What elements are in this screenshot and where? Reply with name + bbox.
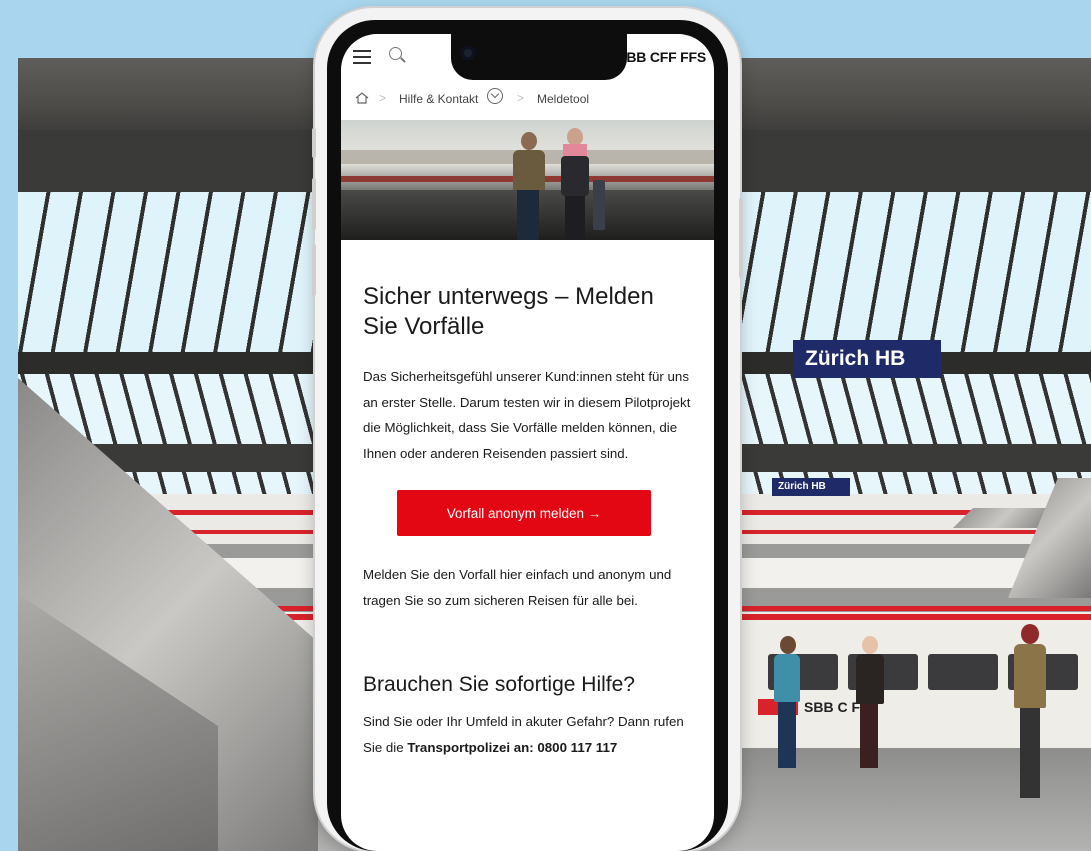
- page-title: Sicher unterwegs – Melden Sie Vorfälle: [363, 283, 654, 340]
- station-sign-large: Zürich HB: [793, 340, 941, 378]
- report-incident-button[interactable]: Vorfall anonym melden →: [397, 490, 651, 536]
- breadcrumb-item-meldetool[interactable]: Meldetool: [537, 92, 589, 106]
- police-phone-link[interactable]: Transportpolizei an: 0800 117 117: [407, 740, 617, 755]
- description-text: Melden Sie den Vorfall hier einfach und …: [363, 567, 672, 608]
- person-woman-photo: [557, 124, 593, 240]
- search-icon[interactable]: [389, 47, 402, 60]
- suitcase: [593, 180, 605, 230]
- phone-notch: [451, 34, 627, 80]
- person-reading: [768, 636, 808, 776]
- phone-screen: SBB CFF FFS > Hilfe & Kontakt > Meldetoo…: [341, 34, 714, 851]
- person-with-bag: [850, 636, 890, 776]
- hamburger-icon[interactable]: [353, 50, 371, 64]
- hero-image: [341, 120, 714, 240]
- intro-text: Das Sicherheitsgefühl unserer Kund:innen…: [363, 369, 691, 461]
- breadcrumb-item-hilfe[interactable]: Hilfe & Kontakt: [399, 92, 478, 106]
- smartphone-frame: SBB CFF FFS > Hilfe & Kontakt > Meldetoo…: [312, 8, 743, 851]
- breadcrumb: > Hilfe & Kontakt > Meldetool: [341, 78, 714, 121]
- home-icon[interactable]: [355, 92, 369, 104]
- station-sign-small: Zürich HB: [772, 478, 850, 496]
- chevron-down-icon[interactable]: [487, 88, 503, 104]
- camera-icon: [461, 46, 475, 60]
- page-content: Sicher unterwegs – Melden Sie Vorfälle D…: [341, 240, 714, 760]
- person-with-phone: [1008, 624, 1052, 804]
- help-heading: Brauchen Sie sofortige Hilfe?: [363, 673, 635, 696]
- person-man-photo: [509, 128, 549, 240]
- help-text: Sind Sie oder Ihr Umfeld in akuter Gefah…: [363, 714, 684, 755]
